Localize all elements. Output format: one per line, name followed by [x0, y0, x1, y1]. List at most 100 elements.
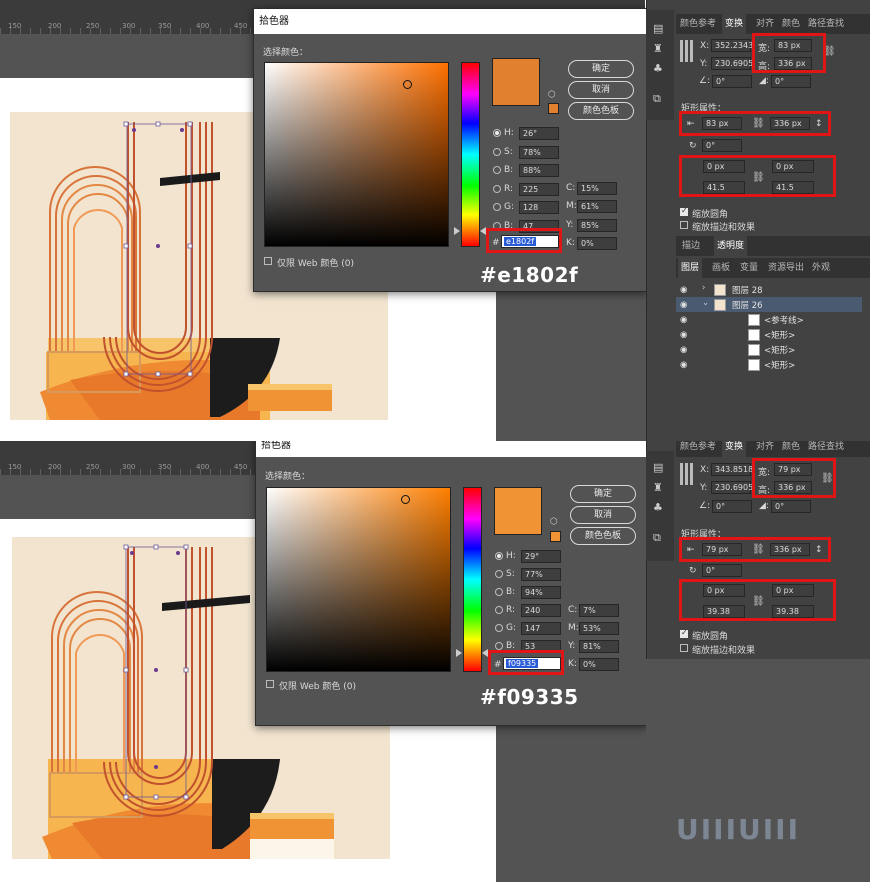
- expand-icon[interactable]: ›: [702, 283, 705, 293]
- layer-row[interactable]: ◉ ⌄ 图层 26: [676, 297, 862, 312]
- tab-appearance[interactable]: 外观: [812, 258, 830, 278]
- export-icon[interactable]: ⧉: [653, 92, 661, 106]
- ok-button[interactable]: 确定: [570, 485, 636, 503]
- field-c[interactable]: 7%: [579, 604, 619, 617]
- cube-icon[interactable]: ⬡: [548, 90, 556, 100]
- y-field[interactable]: 230.6905: [711, 481, 753, 494]
- tab-asset-export[interactable]: 资源导出: [768, 258, 804, 278]
- saturation-brightness-field[interactable]: [266, 487, 451, 672]
- eye-icon[interactable]: ◉: [680, 345, 689, 355]
- field-h[interactable]: 29°: [521, 550, 561, 563]
- tab-artboards[interactable]: 画板: [712, 258, 730, 278]
- field-y[interactable]: 85%: [577, 219, 617, 232]
- field-k[interactable]: 0%: [577, 237, 617, 250]
- eye-icon[interactable]: ◉: [680, 300, 689, 310]
- field-g[interactable]: 128: [519, 201, 559, 214]
- angle-field[interactable]: 0°: [712, 75, 752, 88]
- field-b[interactable]: 94%: [521, 586, 561, 599]
- web-only-checkbox[interactable]: [266, 680, 274, 688]
- eye-icon[interactable]: ◉: [680, 330, 689, 340]
- layers-icon[interactable]: ▤: [653, 22, 663, 35]
- y-field[interactable]: 230.6905: [711, 57, 753, 70]
- reference-point-icon[interactable]: [680, 463, 694, 485]
- radio-s[interactable]: [493, 148, 501, 156]
- pen-icon[interactable]: ♜: [653, 42, 663, 55]
- layer-row[interactable]: ◉ <矩形>: [676, 327, 862, 342]
- field-r[interactable]: 240: [521, 604, 561, 617]
- cancel-button[interactable]: 取消: [568, 81, 634, 99]
- ok-button[interactable]: 确定: [568, 60, 634, 78]
- tab-align[interactable]: 对齐: [756, 14, 774, 34]
- rotate-field[interactable]: 0°: [702, 139, 742, 152]
- pen-icon[interactable]: ♜: [653, 481, 663, 494]
- layer-row[interactable]: ◉ <参考线>: [676, 312, 862, 327]
- tab-color-guide[interactable]: 颜色参考: [680, 14, 716, 34]
- tab-pathfinder[interactable]: 路径查找: [808, 14, 844, 34]
- tab-stroke[interactable]: 描边: [682, 236, 700, 256]
- collapse-icon[interactable]: ⌄: [702, 298, 709, 308]
- cube-icon[interactable]: ⬡: [550, 517, 558, 527]
- scale-corners-checkbox[interactable]: [680, 206, 688, 216]
- radio-g[interactable]: [495, 624, 503, 632]
- swatches-button[interactable]: 颜色色板: [568, 102, 634, 120]
- field-y[interactable]: 81%: [579, 640, 619, 653]
- tab-color[interactable]: 颜色: [782, 14, 800, 34]
- field-m[interactable]: 53%: [579, 622, 619, 635]
- radio-h[interactable]: [495, 552, 503, 560]
- tab-transform[interactable]: 变换: [722, 441, 747, 457]
- field-s[interactable]: 78%: [519, 146, 559, 159]
- field-m[interactable]: 61%: [577, 200, 617, 213]
- radio-s[interactable]: [495, 570, 503, 578]
- tab-color[interactable]: 颜色: [782, 441, 800, 457]
- field-g[interactable]: 147: [521, 622, 561, 635]
- angle-field[interactable]: 0°: [712, 500, 752, 513]
- shear-field[interactable]: 0°: [771, 75, 811, 88]
- scale-corners-checkbox[interactable]: [680, 628, 688, 638]
- radio-blue[interactable]: [495, 642, 503, 650]
- web-safe-swatch[interactable]: [548, 103, 559, 114]
- eye-icon[interactable]: ◉: [680, 360, 689, 370]
- cancel-button[interactable]: 取消: [570, 506, 636, 524]
- shear-field[interactable]: 0°: [771, 500, 811, 513]
- radio-b[interactable]: [493, 166, 501, 174]
- layer-row[interactable]: ◉ <矩形>: [676, 342, 862, 357]
- reference-point-icon[interactable]: [680, 40, 694, 62]
- field-c[interactable]: 15%: [577, 182, 617, 195]
- x-field[interactable]: 343.8518: [711, 463, 753, 476]
- radio-r[interactable]: [493, 185, 501, 193]
- hue-slider[interactable]: [461, 62, 480, 247]
- hue-slider[interactable]: [463, 487, 482, 672]
- tab-variables[interactable]: 变量: [740, 258, 758, 278]
- radio-g[interactable]: [493, 203, 501, 211]
- x-field[interactable]: 352.2343: [711, 39, 753, 52]
- scale-strokes-checkbox[interactable]: [680, 644, 688, 652]
- tab-layers[interactable]: 图层: [678, 258, 703, 278]
- tab-pathfinder[interactable]: 路径查找: [808, 441, 844, 457]
- color-picker-ring[interactable]: [401, 495, 410, 504]
- scale-strokes-checkbox[interactable]: [680, 221, 688, 229]
- radio-r[interactable]: [495, 606, 503, 614]
- field-k[interactable]: 0%: [579, 658, 619, 671]
- radio-b[interactable]: [495, 588, 503, 596]
- swatches-button[interactable]: 颜色色板: [570, 527, 636, 545]
- layer-row[interactable]: ◉ › 图层 28: [676, 282, 862, 297]
- hue-slider-left-arrow[interactable]: [456, 649, 462, 657]
- saturation-brightness-field[interactable]: [264, 62, 449, 247]
- eye-icon[interactable]: ◉: [680, 315, 689, 325]
- export-icon[interactable]: ⧉: [653, 531, 661, 545]
- tab-color-guide[interactable]: 颜色参考: [680, 441, 716, 457]
- web-safe-swatch[interactable]: [550, 531, 561, 542]
- color-picker-ring[interactable]: [403, 80, 412, 89]
- field-h[interactable]: 26°: [519, 127, 559, 140]
- tab-align[interactable]: 对齐: [756, 441, 774, 457]
- tab-transform[interactable]: 变换: [722, 14, 747, 34]
- field-s[interactable]: 77%: [521, 568, 561, 581]
- web-only-checkbox[interactable]: [264, 257, 272, 265]
- rotate-field[interactable]: 0°: [702, 564, 742, 577]
- eye-icon[interactable]: ◉: [680, 285, 689, 295]
- layers-icon[interactable]: ▤: [653, 461, 663, 474]
- club-icon[interactable]: ♣: [653, 62, 663, 75]
- field-b[interactable]: 88%: [519, 164, 559, 177]
- club-icon[interactable]: ♣: [653, 501, 663, 514]
- radio-h[interactable]: [493, 129, 501, 137]
